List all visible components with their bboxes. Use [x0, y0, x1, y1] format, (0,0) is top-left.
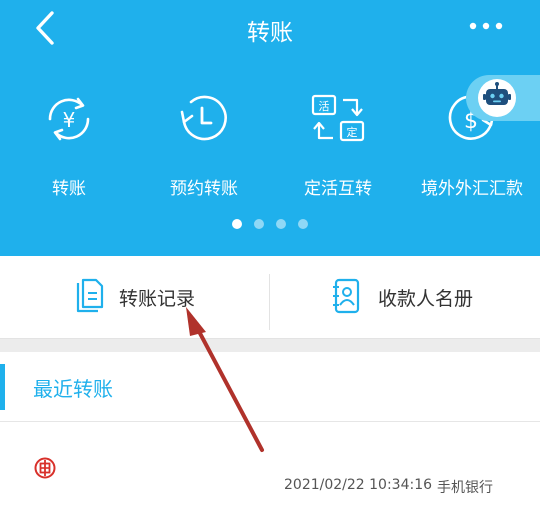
yen-exchange-icon: ¥: [48, 97, 90, 141]
page-title: 转账: [247, 20, 293, 46]
fixed-current-transfer-label: 定活互转: [304, 179, 372, 199]
transfer-records-button[interactable]: 转账记录: [0, 256, 269, 338]
header-panel: 转账 ¥ 转账 预约转账 活 定 定活互转 $ 境外外汇汇款: [0, 0, 540, 256]
payee-list-button[interactable]: 收款人名册: [271, 256, 540, 338]
icbc-logo-icon: [34, 457, 56, 479]
fixed-current-swap-icon: 活 定: [311, 94, 365, 142]
fixed-current-transfer-function[interactable]: 活 定 定活互转: [278, 88, 398, 208]
svg-text:活: 活: [319, 100, 330, 113]
transfer-function[interactable]: ¥ 转账: [9, 88, 129, 208]
recent-transfers-header: 最近转账: [0, 352, 540, 422]
scheduled-transfer-function[interactable]: 预约转账: [144, 88, 264, 208]
more-dots-icon: [469, 22, 503, 30]
scheduled-transfer-label: 预约转账: [170, 179, 238, 199]
payee-list-label: 收款人名册: [378, 288, 474, 310]
nav-bar: 转账: [0, 0, 540, 56]
carousel-dot: [298, 219, 308, 229]
clock-refresh-icon: [180, 95, 227, 141]
function-grid: ¥ 转账 预约转账 活 定 定活互转 $ 境外外汇汇款: [0, 88, 540, 208]
section-accent-bar: [0, 364, 5, 410]
recent-transfers-title: 最近转账: [33, 377, 113, 401]
assistant-robot-button[interactable]: [466, 75, 540, 121]
transfer-time: 2021/02/22 10:34:16: [284, 477, 433, 493]
svg-text:¥: ¥: [63, 108, 76, 132]
carousel-dot: [232, 219, 242, 229]
transfer-label: 转账: [52, 179, 86, 199]
document-icon: [76, 278, 104, 313]
transfer-channel: 手机银行: [437, 480, 493, 496]
overseas-remittance-label: 境外外汇汇款: [421, 179, 523, 199]
svg-text:定: 定: [347, 125, 358, 139]
carousel-dot: [276, 219, 286, 229]
recent-transfer-item[interactable]: 2021/02/22 10:34:16 手机银行: [0, 422, 540, 512]
contact-book-icon: [333, 278, 360, 314]
carousel-indicator: [0, 219, 540, 229]
carousel-dot: [254, 219, 264, 229]
transfer-records-label: 转账记录: [119, 288, 196, 310]
quick-entry-row: 转账记录 收款人名册: [0, 256, 540, 339]
more-button[interactable]: [468, 18, 504, 34]
tab-divider: [269, 274, 270, 330]
robot-icon: [478, 79, 516, 117]
